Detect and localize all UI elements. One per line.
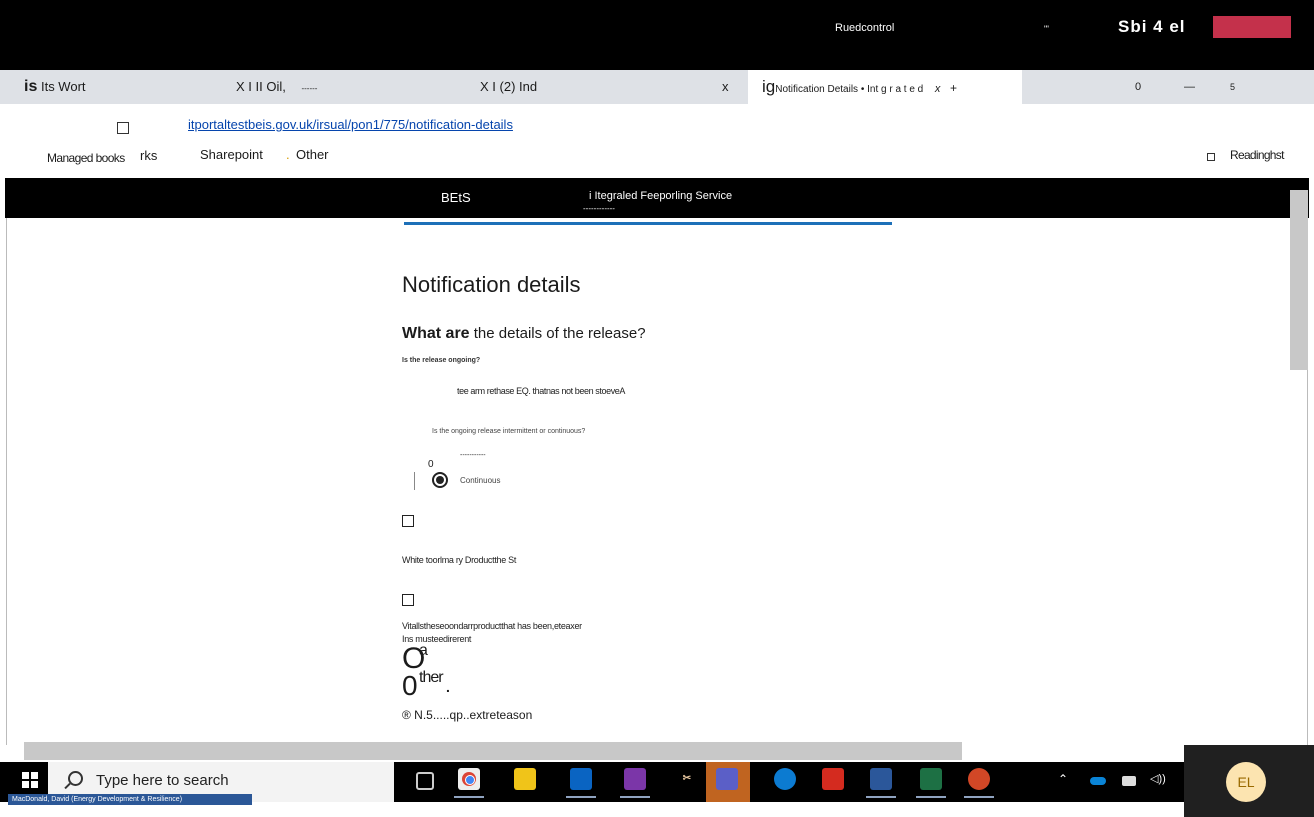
file-explorer-icon[interactable]	[514, 768, 536, 790]
avatar[interactable]: EL	[1226, 762, 1266, 802]
new-tab-plus-icon[interactable]: +	[950, 81, 957, 95]
bookmark-sharepoint[interactable]: Sharepoint	[200, 147, 263, 162]
primary-product-label: White toorlma ry Droductthe St	[402, 555, 517, 565]
continuous-radio[interactable]	[432, 472, 448, 488]
question-heading: What are the details of the release?	[402, 325, 646, 343]
search-placeholder: Type here to search	[96, 772, 229, 789]
tab-close-icon[interactable]: x	[935, 83, 941, 95]
site-header: BEtS i Itegraled Feeporling Service ----…	[5, 178, 1309, 218]
snip-icon[interactable]: ✂	[676, 768, 698, 790]
window-control-five[interactable]: 5	[1230, 70, 1235, 104]
page-info-icon[interactable]	[117, 122, 129, 134]
title-bar-dots: "'	[1044, 24, 1049, 34]
window-control-zero[interactable]: 0	[1135, 70, 1141, 104]
outlook-active-indicator	[566, 796, 596, 798]
network-icon[interactable]	[1122, 776, 1136, 786]
page-title: Notification details	[402, 272, 581, 297]
tab-oil[interactable]: X I II Oil, ------	[236, 70, 317, 104]
window-title-bar: Ruedcontrol "' Sbi 4 el	[0, 0, 1314, 70]
question-rest: the details of the release?	[473, 325, 646, 342]
user-name-strip: MacDonald, David (Energy Development & R…	[8, 794, 252, 805]
radio-left-bar	[414, 472, 415, 490]
edge-icon[interactable]	[774, 768, 796, 790]
tab-label: Its Wort	[40, 79, 86, 94]
question-bold: What are	[402, 325, 470, 342]
title-bar-brand: Sbi 4 el	[1118, 17, 1186, 36]
tab-trail: ------	[301, 84, 318, 93]
tab-label: X I (2) Ind	[480, 79, 538, 94]
other-label: ther	[419, 669, 444, 686]
header-blue-rule	[404, 222, 892, 225]
service-underline: ------------	[583, 204, 615, 213]
service-name[interactable]: i Itegraled Feeporling Service	[589, 190, 732, 202]
address-bar-url[interactable]: itportaltestbeis.gov.uk/irsual/pon1/775/…	[188, 117, 513, 132]
reason-text: ® N.5.....qp..extreteason	[402, 708, 533, 722]
powerpoint-icon[interactable]	[968, 768, 990, 790]
volume-icon[interactable]: ◁))	[1150, 772, 1166, 785]
primary-product-checkbox[interactable]	[402, 515, 414, 527]
tab-label: Notification Details • Int g r a t e d	[775, 84, 924, 95]
outlook-icon[interactable]	[570, 768, 592, 790]
continuous-label: Continuous	[460, 476, 501, 485]
radio-zero: 0	[428, 459, 434, 470]
reading-list[interactable]: Readinghst	[1230, 148, 1284, 162]
tab-notification-details-active[interactable]: igNotification Details • Int g r a t e d…	[748, 70, 1022, 104]
intermittent-label: Is the ongoing release intermittent or c…	[432, 428, 586, 435]
tab-its-wort[interactable]: is Its Wort	[24, 70, 86, 104]
secondary-product-checkbox[interactable]	[402, 594, 414, 606]
horizontal-scrollbar[interactable]	[24, 742, 962, 760]
title-bar-text: Ruedcontrol	[835, 22, 895, 34]
tab-ind[interactable]: X I (2) Ind	[480, 70, 537, 104]
title-bar-red-block[interactable]	[1213, 16, 1291, 38]
task-view-icon[interactable]	[416, 772, 434, 790]
ongoing-hint: tee arm rethase EQ. thatnas not been sto…	[457, 386, 626, 396]
search-icon	[68, 771, 83, 786]
tray-chevron-up-icon[interactable]: ⌃	[1058, 772, 1068, 786]
tab-close-icon[interactable]: x	[722, 70, 729, 104]
chrome-active-indicator	[454, 796, 484, 798]
site-brand[interactable]: BEtS	[441, 190, 471, 205]
tab-favicon-text: ig	[762, 77, 776, 96]
onedrive-icon[interactable]	[1090, 777, 1106, 785]
onenote-icon[interactable]	[624, 768, 646, 790]
vertical-scrollbar[interactable]	[1290, 190, 1308, 370]
left-frame-line	[6, 218, 7, 745]
browser-tab-strip: is Its Wort X I II Oil, ------ X I (2) I…	[0, 70, 1314, 104]
excel-icon[interactable]	[920, 768, 942, 790]
ongoing-label: Is the release ongoing?	[402, 357, 481, 364]
bookmark-other[interactable]: Other	[296, 147, 329, 162]
other-dot: .	[446, 679, 450, 695]
word-icon[interactable]	[870, 768, 892, 790]
word-active-indicator	[866, 796, 896, 798]
chrome-icon[interactable]	[458, 768, 480, 790]
bookmark-rks[interactable]: rks	[140, 148, 157, 163]
secondary-product-label: Vitallstheseoondarrproductthat has been,…	[402, 621, 582, 631]
other-radio-a: a	[419, 642, 428, 659]
minimize-icon[interactable]: —	[1184, 70, 1195, 104]
tab-favicon-text: is	[24, 78, 38, 95]
tab-label: X I II Oil,	[236, 79, 286, 94]
reading-list-icon[interactable]	[1207, 153, 1215, 161]
other-radio-zero[interactable]: 0	[402, 672, 418, 700]
acrobat-icon[interactable]	[822, 768, 844, 790]
bookmark-separator-dot: .	[286, 147, 290, 162]
teams-icon[interactable]	[716, 768, 738, 790]
excel-active-indicator	[916, 796, 946, 798]
windows-start-icon[interactable]	[22, 772, 38, 788]
onenote-active-indicator	[620, 796, 650, 798]
radio-dash-line: -----------	[460, 452, 486, 459]
bookmark-managed[interactable]: Managed books	[47, 151, 125, 165]
powerpoint-active-indicator	[964, 796, 994, 798]
